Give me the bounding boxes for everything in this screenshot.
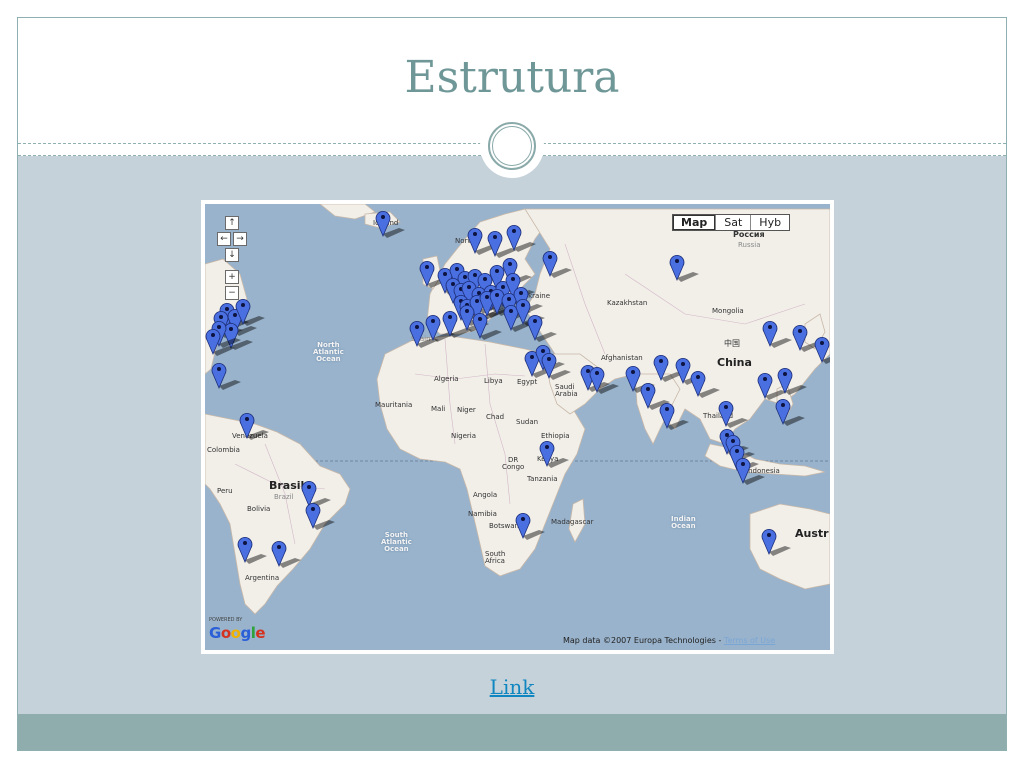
map-marker-icon[interactable]: [375, 210, 405, 238]
powered-by-text: POWERED BY: [209, 617, 243, 623]
map-marker-icon[interactable]: [271, 540, 301, 568]
zoom-out-icon[interactable]: −: [225, 286, 239, 300]
zoom-in-icon[interactable]: +: [225, 270, 239, 284]
attribution-text: Map data ©2007 Europa Technologies -: [563, 636, 724, 645]
pan-left-icon[interactable]: ←: [217, 232, 231, 246]
footer-band: [18, 714, 1006, 750]
map-marker-icon[interactable]: [211, 362, 241, 390]
map-marker-icon[interactable]: [527, 314, 557, 342]
slide: Estrutura Norway Россия Russia Kazakhsta…: [17, 17, 1007, 751]
pan-up-icon[interactable]: ↑: [225, 216, 239, 230]
map-marker-icon[interactable]: [669, 254, 699, 282]
map-marker-icon[interactable]: [506, 224, 536, 252]
map-type-hyb-button[interactable]: Hyb: [751, 215, 789, 230]
map-marker-icon[interactable]: [775, 398, 805, 426]
map-marker-icon[interactable]: [237, 536, 267, 564]
map-marker-icon[interactable]: [542, 250, 572, 278]
slide-link[interactable]: Link: [490, 675, 535, 699]
map-type-map-button[interactable]: Map: [673, 215, 717, 230]
map-marker-icon[interactable]: [659, 402, 689, 430]
map-marker-icon[interactable]: [305, 502, 335, 530]
map-marker-icon[interactable]: [718, 400, 748, 428]
terms-of-use-link[interactable]: Terms of Use: [724, 636, 775, 645]
map-marker-icon[interactable]: [539, 440, 569, 468]
link-container: Link: [18, 675, 1006, 699]
google-logo[interactable]: Google: [209, 624, 266, 642]
map-marker-icon[interactable]: [761, 528, 791, 556]
map-marker-icon[interactable]: [515, 512, 545, 540]
map-marker-icon[interactable]: [814, 336, 830, 364]
map-frame: Iceland Norway Россия Russia Kazakhstan …: [201, 200, 834, 654]
map-marker-icon[interactable]: [239, 412, 269, 440]
map-marker-icon[interactable]: [735, 457, 765, 485]
pan-right-icon[interactable]: →: [233, 232, 247, 246]
map-type-sat-button[interactable]: Sat: [716, 215, 752, 230]
pan-down-icon[interactable]: ↓: [225, 248, 239, 262]
world-map[interactable]: Iceland Norway Россия Russia Kazakhstan …: [205, 204, 830, 650]
slide-title: Estrutura: [404, 52, 620, 103]
map-marker-icon[interactable]: [690, 370, 720, 398]
circle-ornament-inner: [492, 126, 532, 166]
map-attribution: Map data ©2007 Europa Technologies - Ter…: [563, 636, 775, 645]
map-type-control: Map Sat Hyb: [672, 214, 791, 231]
map-marker-icon[interactable]: [762, 320, 792, 348]
marker-svg: [205, 210, 830, 568]
